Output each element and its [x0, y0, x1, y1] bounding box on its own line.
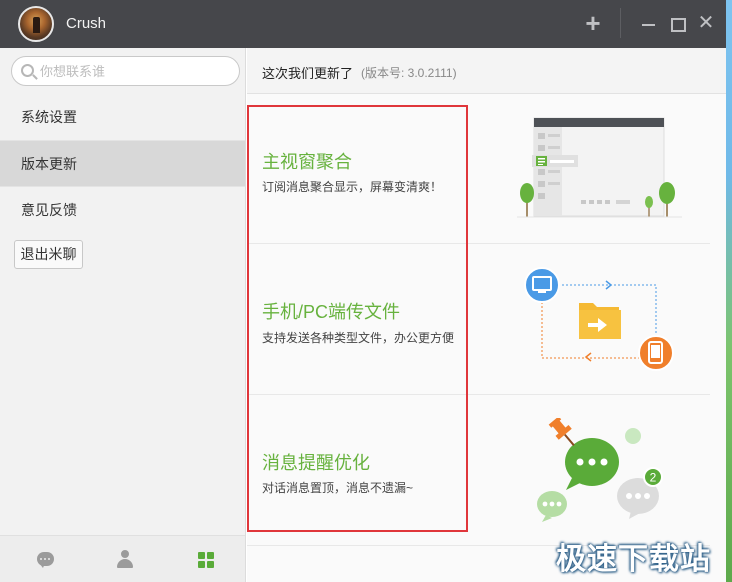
feature-desc: 对话消息置顶，消息不遗漏~: [262, 481, 414, 495]
search-icon: [21, 64, 34, 77]
bottom-nav: [0, 535, 245, 582]
sidebar-item-version-update[interactable]: 版本更新: [0, 140, 245, 186]
contacts-icon: [117, 550, 133, 568]
feature-item: 消息提醒优化 对话消息置顶，消息不遗漏~ 2: [247, 396, 710, 546]
update-panel: 这次我们更新了 (版本号: 3.0.2111) 主视窗聚合 订阅消息聚合显示，屏…: [247, 48, 726, 582]
feature-title: 手机/PC端传文件: [262, 302, 401, 322]
feature-desc: 支持发送各种类型文件，办公更方便: [262, 331, 455, 345]
avatar[interactable]: [18, 6, 54, 42]
logout-button[interactable]: 退出米聊: [14, 240, 83, 269]
feature-item: 手机/PC端传文件 支持发送各种类型文件，办公更方便: [247, 245, 710, 395]
feature-desc: 订阅消息聚合显示，屏幕变清爽！: [262, 180, 443, 194]
close-button[interactable]: ✕: [693, 10, 719, 38]
window-aggregate-illustration: [517, 117, 682, 218]
file-transfer-illustration: [524, 267, 674, 371]
sidebar-item-system-settings[interactable]: 系统设置: [0, 94, 245, 140]
feature-item: 主视窗聚合 订阅消息聚合显示，屏幕变清爽！: [247, 94, 710, 244]
titlebar-divider: [620, 8, 621, 38]
settings-menu: 系统设置 版本更新 意见反馈: [0, 94, 245, 232]
site-watermark: 极速下载站: [556, 542, 711, 577]
update-title: 这次我们更新了: [262, 66, 354, 81]
add-icon[interactable]: +: [580, 10, 606, 38]
message-reminder-illustration: 2: [537, 418, 663, 522]
title-bar: Crush + ✕: [0, 0, 726, 48]
app-title: Crush: [66, 15, 107, 32]
search-box[interactable]: [11, 56, 240, 86]
version-number: (版本号: 3.0.2111): [361, 66, 457, 80]
sidebar-item-feedback[interactable]: 意见反馈: [0, 186, 245, 232]
apps-icon: [198, 552, 214, 568]
minimize-button[interactable]: [636, 10, 662, 38]
feature-title: 消息提醒优化: [262, 453, 370, 473]
maximize-button[interactable]: [664, 10, 690, 38]
feature-title: 主视窗聚合: [262, 152, 352, 172]
chat-icon: [37, 552, 54, 568]
app-window: Crush + ✕ 系统设置 版本更新 意见反馈 退出米聊: [0, 0, 726, 582]
update-header: 这次我们更新了 (版本号: 3.0.2111): [247, 48, 726, 94]
unread-badge-count: 2: [650, 471, 657, 485]
nav-contacts-button[interactable]: [85, 536, 165, 582]
nav-apps-button[interactable]: [165, 536, 245, 582]
search-input[interactable]: [40, 61, 230, 81]
sidebar: 系统设置 版本更新 意见反馈 退出米聊: [0, 48, 246, 582]
nav-chat-button[interactable]: [5, 536, 85, 582]
